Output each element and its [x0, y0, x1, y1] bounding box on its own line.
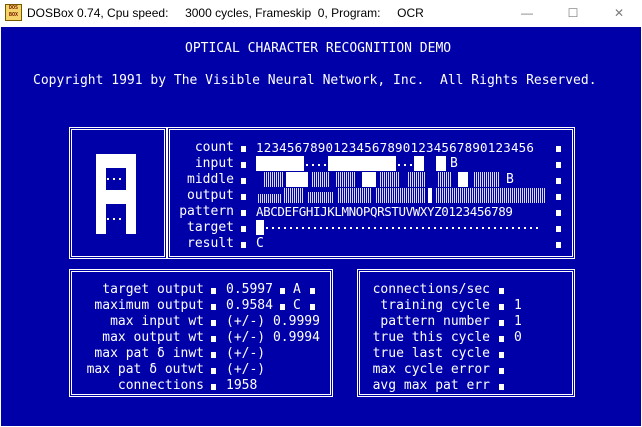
row-marker	[556, 242, 561, 248]
row-marker	[211, 320, 216, 326]
network-state-panel: count input middle output pattern target…	[167, 127, 575, 259]
window-titlebar[interactable]: DOS BOX DOSBox 0.74, Cpu speed: 3000 cyc…	[0, 0, 642, 27]
train-label-training-cycle: training cycle	[380, 298, 490, 313]
train-label-avg-max-pat-err: avg max pat err	[372, 378, 490, 393]
row-marker	[499, 336, 504, 342]
stat-value-max-output-wt: (+/-) 0.9994	[226, 330, 320, 345]
stat-value-max-pat-delta-outwt: (+/-)	[226, 362, 266, 377]
row-marker	[556, 226, 561, 232]
row-marker	[499, 304, 504, 310]
input-character-grid	[96, 154, 136, 234]
close-button[interactable]: ✕	[596, 0, 642, 27]
character-grid-panel	[69, 127, 167, 259]
row-marker	[556, 178, 561, 184]
target-layer-dots	[266, 227, 542, 229]
label-result: result	[187, 236, 234, 251]
train-label-connections-sec: connections/sec	[372, 282, 490, 297]
row-marker	[241, 194, 246, 200]
stat-label-maximum-output: maximum output	[94, 298, 204, 313]
label-pattern: pattern	[179, 204, 234, 219]
train-label-true-this-cycle: true this cycle	[372, 330, 490, 345]
middle-layer-bar	[256, 172, 516, 187]
row-marker	[241, 178, 246, 184]
output-layer-bar	[256, 188, 546, 203]
train-value-pattern-number: 1	[514, 314, 522, 329]
row-marker	[556, 194, 561, 200]
row-marker	[241, 226, 246, 232]
row-marker	[499, 320, 504, 326]
row-marker	[241, 210, 246, 216]
row-marker	[499, 288, 504, 294]
label-target: target	[187, 220, 234, 235]
row-marker	[211, 352, 216, 358]
maximum-output-char: C	[293, 298, 301, 313]
row-marker	[499, 368, 504, 374]
stat-label-max-input-wt: max input wt	[110, 314, 204, 329]
dosbox-app-icon[interactable]: DOS BOX	[5, 4, 22, 21]
row-marker	[211, 368, 216, 374]
output-stats-panel: target output maximum output max input w…	[69, 269, 333, 397]
row-marker	[556, 162, 561, 168]
train-label-pattern-number: pattern number	[380, 314, 490, 329]
row-marker	[280, 288, 285, 294]
stat-label-max-output-wt: max output wt	[102, 330, 204, 345]
train-value-true-this-cycle: 0	[514, 330, 522, 345]
input-end-char: B	[450, 156, 458, 171]
stat-label-max-pat-delta-inwt: max pat δ inwt	[94, 346, 204, 361]
row-marker	[211, 384, 216, 390]
row-marker	[280, 304, 285, 310]
stat-label-max-pat-delta-outwt: max pat δ outwt	[86, 362, 204, 377]
train-value-training-cycle: 1	[514, 298, 522, 313]
stat-value-maximum-output: 0.9584	[226, 298, 273, 313]
train-label-true-last-cycle: true last cycle	[372, 346, 490, 361]
row-marker	[211, 288, 216, 294]
row-marker	[241, 162, 246, 168]
result-char: C	[256, 236, 264, 251]
label-middle: middle	[187, 172, 234, 187]
row-marker	[499, 384, 504, 390]
minimize-button[interactable]: —	[504, 0, 550, 27]
stat-value-connections: 1958	[226, 378, 258, 393]
row-marker	[241, 146, 246, 152]
row-marker	[211, 336, 216, 342]
stat-label-connections: connections	[117, 378, 204, 393]
label-count: count	[194, 140, 234, 155]
copyright-notice: Copyright 1991 by The Visible Neural Net…	[33, 73, 597, 88]
training-stats-panel: connections/sec training cycle pattern n…	[357, 269, 575, 397]
stat-label-target-output: target output	[102, 282, 204, 297]
row-marker	[556, 210, 561, 216]
count-ruler: 123456789012345678901234567890123456	[256, 140, 535, 155]
stat-value-max-pat-delta-inwt: (+/-)	[226, 346, 266, 361]
train-label-max-cycle-error: max cycle error	[372, 362, 490, 377]
row-marker	[211, 304, 216, 310]
program-title: OPTICAL CHARACTER RECOGNITION DEMO	[185, 41, 452, 56]
stat-value-max-input-wt: (+/-) 0.9999	[226, 314, 320, 329]
row-marker	[310, 304, 315, 310]
window-title: DOSBox 0.74, Cpu speed: 3000 cycles, Fra…	[27, 6, 424, 20]
label-output: output	[187, 188, 234, 203]
target-output-char: A	[293, 282, 301, 297]
row-marker	[556, 146, 561, 152]
input-layer-bar	[256, 156, 552, 171]
middle-end-char: B	[506, 172, 514, 187]
row-marker	[310, 288, 315, 294]
row-marker	[499, 352, 504, 358]
stat-value-target-output: 0.5997	[226, 282, 273, 297]
row-marker	[241, 242, 246, 248]
pattern-characters: ABCDEFGHIJKLMNOPQRSTUVWXYZ0123456789	[256, 204, 513, 219]
label-input: input	[194, 156, 234, 171]
target-active-cell	[256, 220, 264, 235]
maximize-button[interactable]: ☐	[550, 0, 596, 27]
dos-screen[interactable]: OPTICAL CHARACTER RECOGNITION DEMO Copyr…	[1, 27, 641, 426]
